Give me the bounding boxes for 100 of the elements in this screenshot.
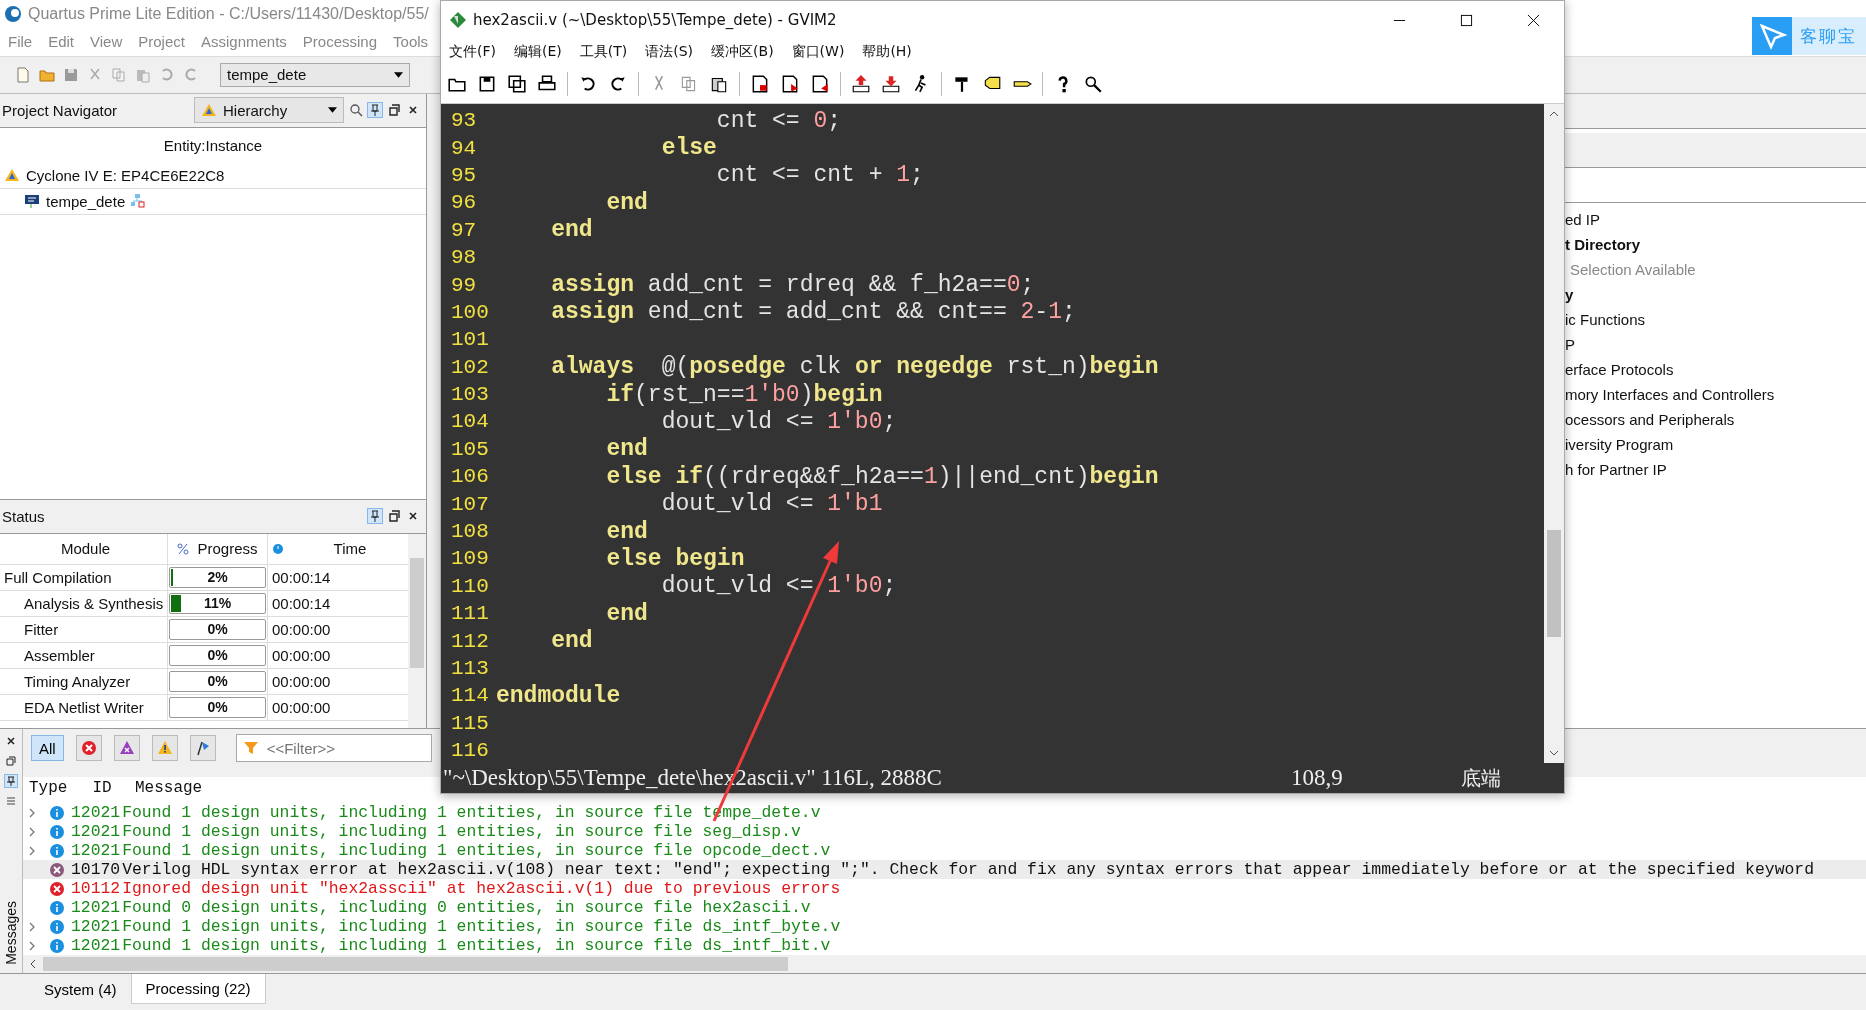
download-icon[interactable] <box>881 74 901 94</box>
upload-icon[interactable] <box>851 74 871 94</box>
expand-icon[interactable] <box>27 806 37 819</box>
catalog-item[interactable]: P <box>1565 331 1866 357</box>
menu-item[interactable]: Project <box>138 33 185 51</box>
triangle-icon <box>4 167 20 184</box>
message-id: 12021 <box>71 841 121 861</box>
line-number: 103 <box>451 383 490 407</box>
tree-item[interactable]: Cyclone IV E: EP4CE6E22C8 <box>26 166 225 184</box>
document-search-icon[interactable] <box>810 74 830 94</box>
restore-icon[interactable] <box>5 755 17 768</box>
message-text: Found 0 design units, including 0 entities, in source file hex2ascii.v <box>122 898 811 918</box>
scrollbar[interactable] <box>23 955 1866 974</box>
message-id: 12021 <box>71 898 121 918</box>
panel-title: Project Navigator <box>2 101 118 119</box>
menu-item[interactable]: Edit <box>48 33 75 51</box>
line-number: 97 <box>451 218 478 242</box>
menu-item[interactable]: 工具(T) <box>579 43 628 61</box>
window-title: Quartus Prime Lite Edition - C:/Users/11430/Desktop/55/ <box>28 5 429 23</box>
column-header: Progress <box>197 540 258 558</box>
app-logo-icon <box>4 5 22 23</box>
message-text: Ignored design unit "hex2asscii" at hex2ascii.v(1) due to previous errors <box>122 879 841 899</box>
view-dropdown[interactable]: Hierarchy <box>194 97 344 124</box>
progress-bar: 0% <box>169 696 266 718</box>
line-number: 101 <box>451 328 490 352</box>
expand-icon[interactable] <box>27 844 37 857</box>
clock-icon <box>272 542 284 555</box>
code-line: dout_vld <= 1'b1 <box>660 491 883 518</box>
expand-icon[interactable] <box>27 939 37 952</box>
progress-bar: 0% <box>169 670 266 692</box>
info-icon <box>49 804 65 821</box>
error-filter-button[interactable] <box>75 735 102 762</box>
catalog-item[interactable]: iversity Program <box>1565 431 1866 457</box>
scrollbar-thumb[interactable] <box>410 557 424 668</box>
all-filter-button[interactable]: All <box>31 735 64 762</box>
menu-item[interactable]: Processing <box>302 33 378 51</box>
catalog-item[interactable]: Selection Available <box>1565 256 1866 282</box>
hierarchy-icon <box>131 194 146 209</box>
column-header: Time <box>332 540 368 558</box>
catalog-item[interactable]: h for Partner IP <box>1565 456 1866 482</box>
catalog-item[interactable]: y <box>1565 281 1866 307</box>
line-number: 112 <box>451 629 490 653</box>
progress-bar: 0% <box>169 644 266 666</box>
close-icon[interactable] <box>1527 13 1540 27</box>
tab[interactable]: Processing (22) <box>130 974 266 1005</box>
search-icon[interactable] <box>349 103 363 118</box>
menu-item[interactable]: File <box>8 33 33 51</box>
menu-item[interactable]: 文件(F) <box>449 43 496 61</box>
funnel-icon <box>242 740 259 757</box>
scrollbar[interactable] <box>1544 104 1564 763</box>
line-number: 93 <box>451 109 478 133</box>
window-title: hex2ascii.v (~\Desktop\55\Tempe_dete) - GVIM2 <box>473 11 837 29</box>
table-cell-text: Timing Analyzer <box>23 672 132 690</box>
menu-item[interactable]: Assignments <box>200 33 287 51</box>
restore-icon[interactable] <box>387 103 401 118</box>
menu-item[interactable]: 编辑(E) <box>514 43 562 61</box>
expand-icon[interactable] <box>27 825 37 838</box>
line-number: 98 <box>451 246 478 270</box>
catalog-item[interactable]: erface Protocols <box>1565 356 1866 382</box>
catalog-item[interactable]: ocessors and Peripherals <box>1565 406 1866 432</box>
info-icon <box>49 899 65 916</box>
menu-item[interactable]: View <box>90 33 123 51</box>
code-line: end <box>550 217 593 244</box>
code-line: end <box>550 628 593 655</box>
pin-icon[interactable] <box>368 509 382 524</box>
pin-icon[interactable] <box>5 775 17 788</box>
code-line: else <box>660 135 717 162</box>
menu-item[interactable]: 缓冲区(B) <box>711 43 774 61</box>
menu-item[interactable]: 帮助(H) <box>862 43 912 61</box>
expand-icon[interactable] <box>27 920 37 933</box>
catalog-item[interactable]: ed IP <box>1565 206 1866 232</box>
column-header: Type <box>28 779 69 798</box>
magnifier-icon[interactable] <box>1083 74 1103 94</box>
module-icon <box>24 193 40 210</box>
catalog-item[interactable]: t Directory <box>1565 231 1866 257</box>
menu-item[interactable]: Tools <box>393 33 429 51</box>
message-id: 10170 <box>71 860 121 880</box>
restore-icon[interactable] <box>387 509 401 524</box>
floppy-disks-icon[interactable] <box>507 74 527 94</box>
scrollbar[interactable] <box>408 533 426 729</box>
entity-dropdown[interactable]: tempe_dete <box>220 62 410 87</box>
document-icon[interactable] <box>750 74 770 94</box>
menu-item[interactable]: 窗口(W) <box>791 43 845 61</box>
filter-field[interactable]: <<Filter>> <box>235 734 432 763</box>
catalog-item[interactable]: mory Interfaces and Controllers <box>1565 381 1866 407</box>
flag-filter-button[interactable] <box>189 735 216 762</box>
menu-item[interactable]: 语法(S) <box>645 43 694 61</box>
caret-icon <box>328 107 337 114</box>
document-search-icon[interactable] <box>780 74 800 94</box>
scrollbar-thumb[interactable] <box>1547 530 1561 637</box>
tree-item[interactable]: tempe_dete <box>46 192 126 210</box>
catalog-item[interactable]: ic Functions <box>1565 306 1866 332</box>
scrollbar-thumb[interactable] <box>43 957 788 972</box>
maximize-icon[interactable] <box>1460 13 1473 27</box>
column-header: Entity:Instance <box>162 135 264 156</box>
critical-warning-filter-button[interactable] <box>113 735 140 762</box>
pin-icon[interactable] <box>368 103 382 118</box>
progress-bar: 2% <box>169 566 266 588</box>
info-icon <box>49 937 65 954</box>
line-number: 116 <box>451 739 490 763</box>
